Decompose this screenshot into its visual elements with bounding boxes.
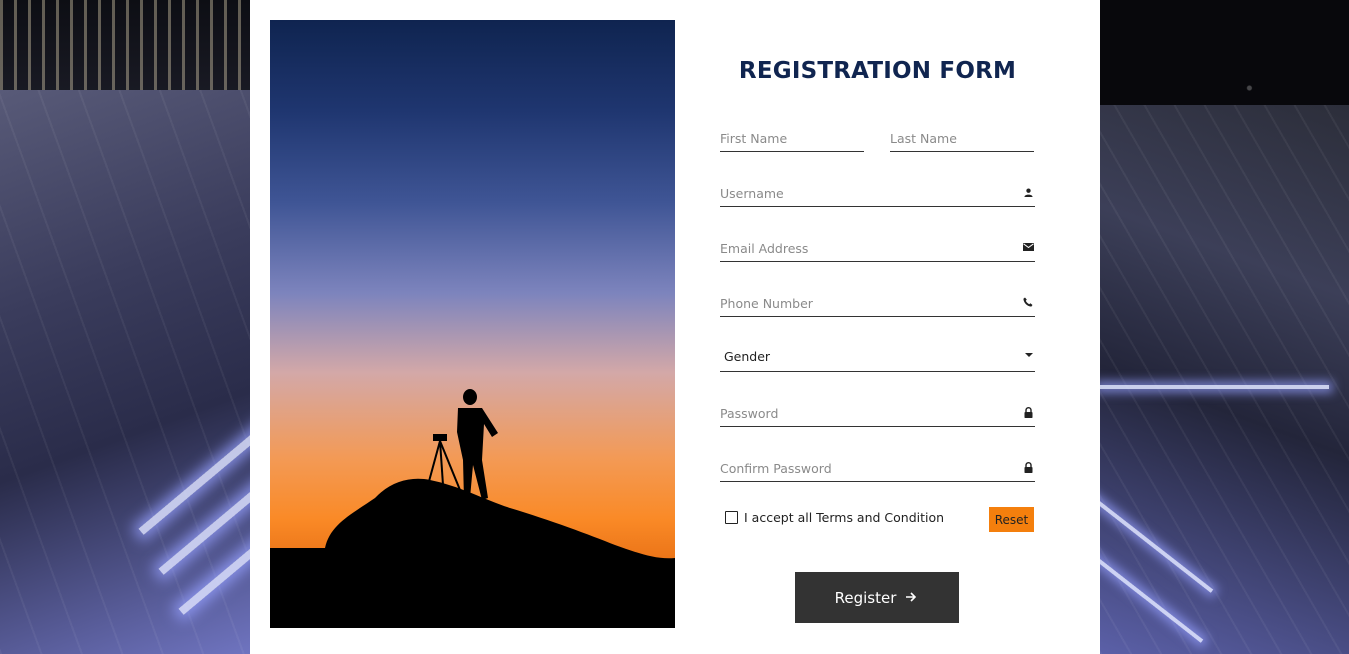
- arrow-right-icon: [905, 591, 919, 605]
- terms-checkbox[interactable]: [725, 511, 738, 524]
- last-name-field[interactable]: [890, 124, 1034, 152]
- terms-checkbox-row[interactable]: I accept all Terms and Condition: [725, 510, 944, 525]
- first-name-field[interactable]: [720, 124, 864, 152]
- password-input[interactable]: [720, 406, 1035, 421]
- background-glass-facade-left: [0, 90, 250, 654]
- phone-icon: [1022, 296, 1034, 308]
- envelope-icon: [1022, 241, 1034, 253]
- password-field[interactable]: [720, 399, 1035, 427]
- background-city-buildings: [0, 0, 250, 100]
- phone-field[interactable]: [720, 289, 1035, 317]
- registration-form: REGISTRATION FORM Gender: [720, 0, 1035, 654]
- background-light-strip: [1099, 385, 1329, 389]
- gender-select-value: Gender: [724, 349, 771, 364]
- photographer-silhouette-image: [270, 20, 675, 628]
- email-input[interactable]: [720, 241, 1035, 256]
- confirm-password-input[interactable]: [720, 461, 1035, 476]
- first-name-input[interactable]: [720, 131, 864, 146]
- username-field[interactable]: [720, 179, 1035, 207]
- last-name-input[interactable]: [890, 131, 1034, 146]
- background-night-sky: [1100, 0, 1349, 110]
- email-field[interactable]: [720, 234, 1035, 262]
- reset-button[interactable]: Reset: [989, 507, 1034, 532]
- form-title: REGISTRATION FORM: [738, 58, 1017, 84]
- lock-icon: [1022, 461, 1034, 473]
- gender-select[interactable]: Gender: [720, 344, 1035, 372]
- register-button[interactable]: Register: [795, 572, 959, 623]
- background-glass-facade-right: [1100, 105, 1349, 654]
- terms-label: I accept all Terms and Condition: [744, 510, 945, 525]
- phone-input[interactable]: [720, 296, 1035, 311]
- lock-icon: [1022, 406, 1034, 418]
- caret-down-icon: [1025, 353, 1033, 357]
- username-input[interactable]: [720, 186, 1035, 201]
- confirm-password-field[interactable]: [720, 454, 1035, 482]
- user-icon: [1022, 186, 1034, 198]
- registration-card: REGISTRATION FORM Gender: [250, 0, 1100, 654]
- register-button-label: Register: [834, 588, 897, 607]
